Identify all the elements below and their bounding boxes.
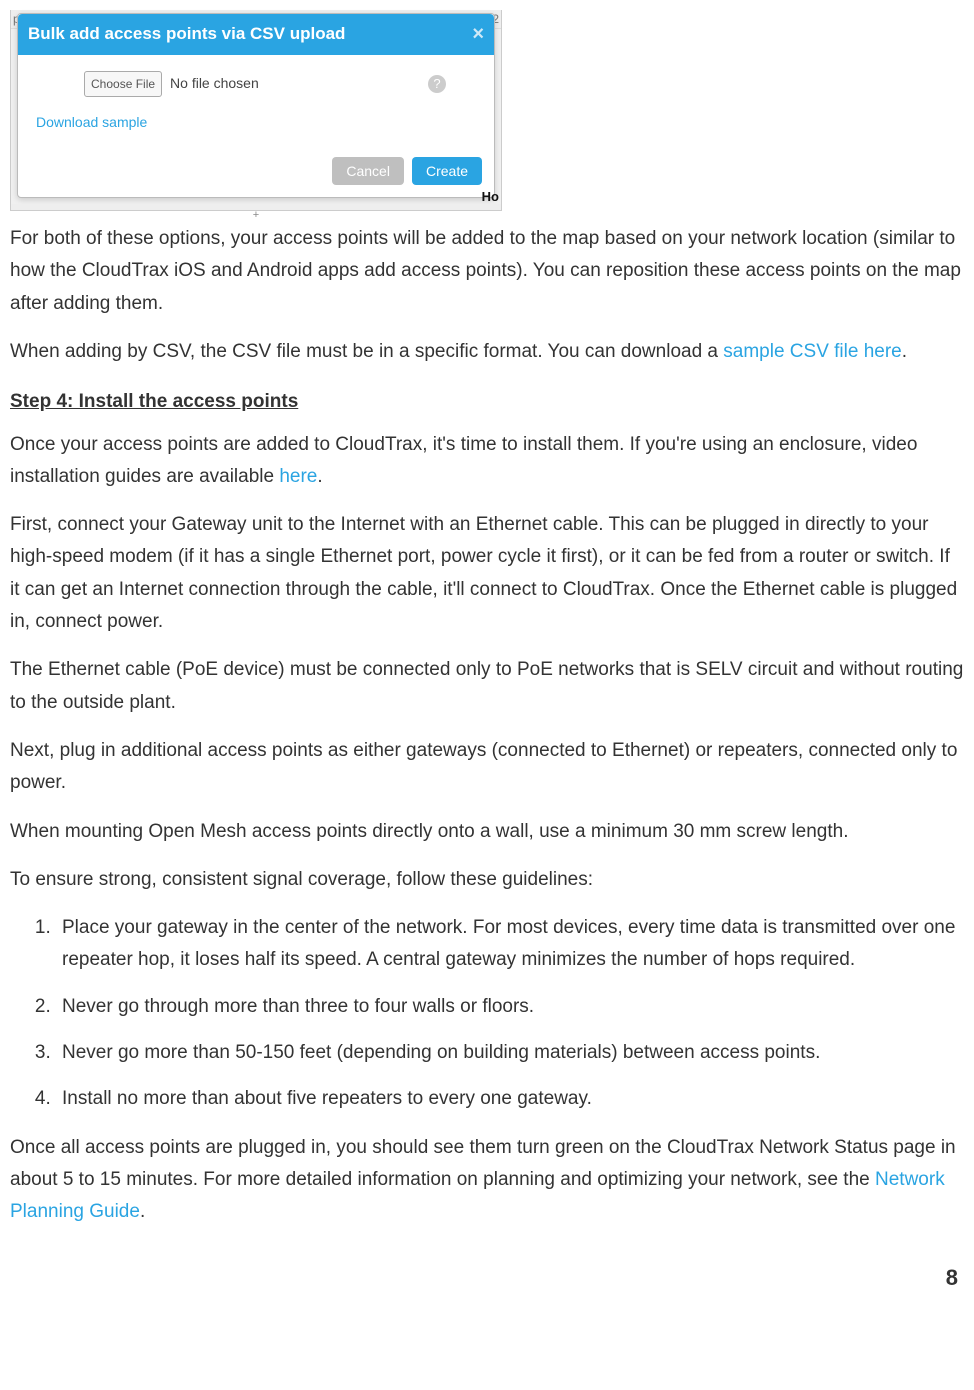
- file-status-text: No file chosen: [170, 72, 259, 96]
- final-text-a: Once all access points are plugged in, y…: [10, 1137, 956, 1190]
- final-paragraph: Once all access points are plugged in, y…: [10, 1132, 964, 1229]
- bg-mid: +: [253, 206, 259, 225]
- guideline-item: Place your gateway in the center of the …: [56, 912, 964, 977]
- csv-text: When adding by CSV, the CSV file must be…: [10, 341, 723, 362]
- dialog-title: Bulk add access points via CSV upload: [28, 20, 345, 49]
- dialog-header: Bulk add access points via CSV upload ×: [18, 14, 494, 55]
- choose-file-button[interactable]: Choose File: [84, 71, 162, 97]
- dialog-footer: Cancel Create: [18, 149, 494, 197]
- page-number: 8: [10, 1259, 964, 1296]
- intro-paragraph: For both of these options, your access p…: [10, 223, 964, 320]
- gateway-paragraph: First, connect your Gateway unit to the …: [10, 509, 964, 638]
- csv-post: .: [902, 341, 907, 362]
- step4-text-b: .: [317, 466, 322, 487]
- create-button[interactable]: Create: [412, 157, 482, 185]
- csv-paragraph: When adding by CSV, the CSV file must be…: [10, 336, 964, 368]
- video-guides-link[interactable]: here: [279, 466, 317, 487]
- guideline-item: Never go through more than three to four…: [56, 991, 964, 1023]
- poe-paragraph: The Ethernet cable (PoE device) must be …: [10, 654, 964, 719]
- dialog-screenshot: p 2 Bulk add access points via CSV uploa…: [10, 10, 502, 211]
- step4-paragraph-1: Once your access points are added to Clo…: [10, 429, 964, 494]
- help-icon[interactable]: ?: [428, 75, 446, 93]
- step4-text-a: Once your access points are added to Clo…: [10, 434, 917, 487]
- cancel-button[interactable]: Cancel: [332, 157, 404, 185]
- download-sample-link[interactable]: Download sample: [36, 111, 147, 135]
- final-text-b: .: [140, 1201, 145, 1222]
- bg-right: Ho: [482, 186, 499, 208]
- guideline-item: Never go more than 50-150 feet (dependin…: [56, 1037, 964, 1069]
- repeaters-paragraph: Next, plug in additional access points a…: [10, 735, 964, 800]
- file-input-row: Choose File No file chosen ?: [84, 71, 476, 97]
- bulk-add-dialog: Bulk add access points via CSV upload × …: [17, 13, 495, 198]
- mounting-paragraph: When mounting Open Mesh access points di…: [10, 816, 964, 848]
- guidelines-list: Place your gateway in the center of the …: [10, 912, 964, 1115]
- sample-csv-link[interactable]: sample CSV file here: [723, 341, 901, 362]
- guidelines-intro: To ensure strong, consistent signal cove…: [10, 864, 964, 896]
- guideline-item: Install no more than about five repeater…: [56, 1083, 964, 1115]
- close-icon[interactable]: ×: [472, 24, 484, 44]
- screenshot-bg-bottom: + Ho: [11, 204, 501, 210]
- step4-heading: Step 4: Install the access points: [10, 386, 964, 418]
- dialog-body: Choose File No file chosen ? Download sa…: [18, 55, 494, 149]
